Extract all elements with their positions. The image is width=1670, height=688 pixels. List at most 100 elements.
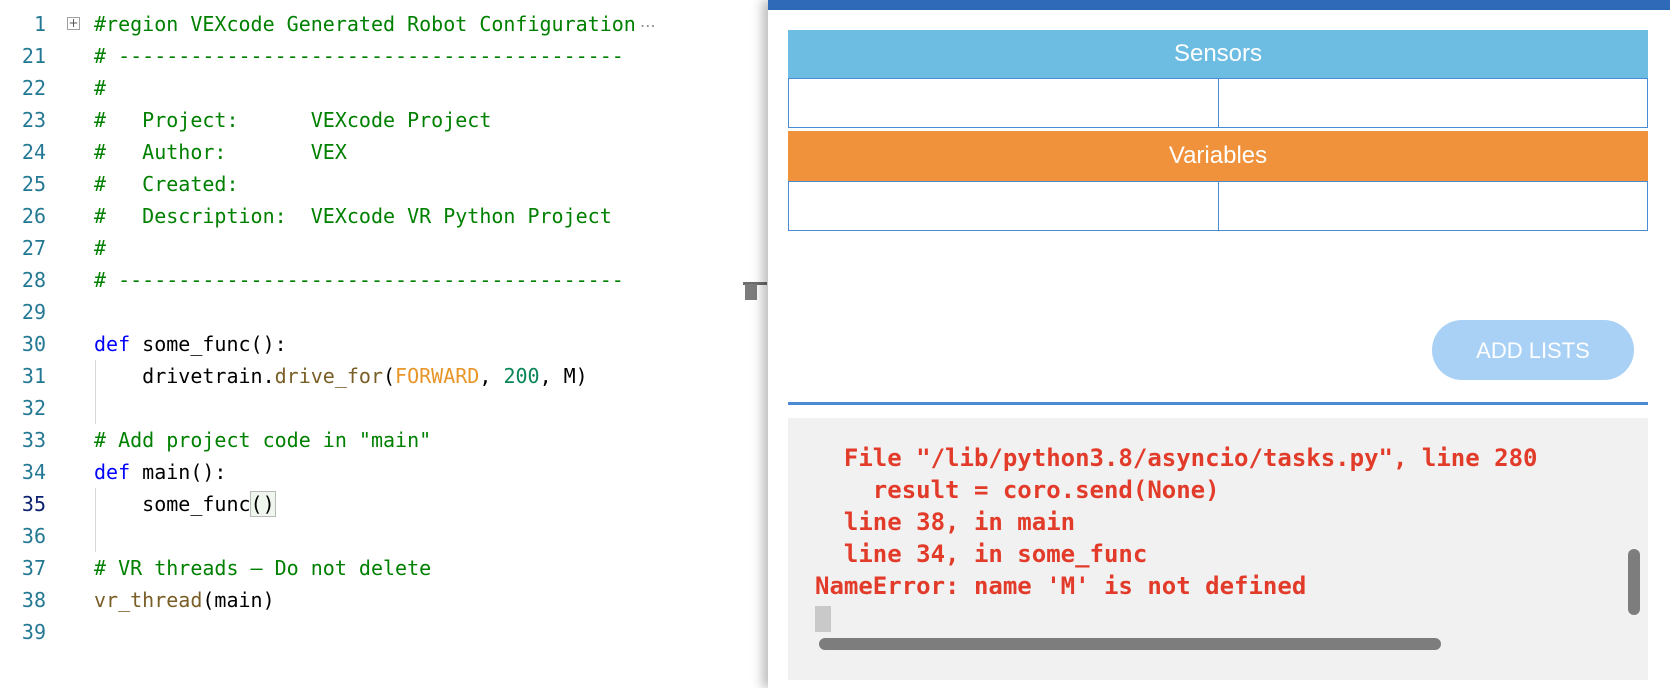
code-line[interactable]: 36 [0,520,740,552]
panel-header-bar [768,0,1670,10]
sensors-cell-left [788,78,1219,128]
line-number: 34 [21,460,46,484]
code-line[interactable]: 30 def some_func(): [0,328,740,360]
code-line[interactable]: 24 # Author: VEX [0,136,740,168]
line-number: 21 [21,44,46,68]
code-text: # --------------------------------------… [94,264,624,296]
code-line[interactable]: 22 # [0,72,740,104]
code-text: def main(): [94,456,226,488]
code-token: #region VEXcode Generated Robot Configur… [94,12,636,36]
code-line[interactable]: 23 # Project: VEXcode Project [0,104,740,136]
code-token: # VR threads — Do not delete [94,556,432,580]
code-line[interactable]: 21 # ------------------------------------… [0,40,740,72]
code-text: # --------------------------------------… [94,40,624,72]
line-number: 24 [21,140,46,164]
code-text: #region VEXcode Generated Robot Configur… [94,8,656,42]
code-line[interactable]: 37 # VR threads — Do not delete [0,552,740,584]
code-line[interactable]: 28 # ------------------------------------… [0,264,740,296]
code-token: (main) [202,588,275,612]
code-line[interactable]: 29 [0,296,740,328]
indent-guide [95,488,96,552]
code-token: , M) [539,364,588,388]
add-lists-button[interactable]: ADD LISTS [1432,320,1634,380]
code-token: some_func [94,492,251,516]
code-token: vr_thread [94,588,203,612]
code-token: # Add project code in "main" [94,428,432,452]
line-number: 22 [21,76,46,100]
code-line[interactable]: 38 vr_thread(main) [0,584,740,616]
line-number: 30 [21,332,46,356]
line-number: 32 [21,396,46,420]
line-number: 26 [21,204,46,228]
code-token: drive_for [274,364,383,388]
console-vertical-scrollbar[interactable] [1628,549,1640,615]
code-line[interactable]: 33 # Add project code in "main" [0,424,740,456]
line-number: 33 [21,428,46,452]
fold-expand-icon[interactable]: + [67,17,80,30]
code-text: some_func() [94,488,276,520]
code-editor[interactable]: 1 + #region VEXcode Generated Robot Config… [0,0,740,688]
code-token: # Author: VEX [94,140,347,164]
code-token: # Created: [94,172,239,196]
console-line: line 38, in main [815,508,1076,536]
code-token: FORWARD [395,364,480,388]
code-line[interactable]: 26 # Description: VEXcode VR Python Proje… [0,200,740,232]
code-token: # Description: VEXcode VR Python Project [94,204,612,228]
code-token: def [94,460,131,484]
code-token: # Project: VEXcode Project [94,108,492,132]
line-number: 35 [21,492,46,516]
line-number: 37 [21,556,46,580]
console-divider [788,402,1648,405]
code-text: # Author: VEX [94,136,347,168]
console-line: result = coro.send(None) [815,476,1220,504]
line-number: 38 [21,588,46,612]
code-line[interactable]: 1 + #region VEXcode Generated Robot Config… [0,8,740,40]
indent-guide [95,360,96,424]
code-text: # Project: VEXcode Project [94,104,491,136]
console-line: line 34, in some_func [815,540,1148,568]
line-number: 1 [33,12,46,36]
code-text: vr_thread(main) [94,584,275,616]
code-line[interactable]: 27 # [0,232,740,264]
line-number: 31 [21,364,46,388]
console-cursor [815,606,831,632]
code-text: def some_func(): [94,328,287,360]
variables-cell-right [1218,181,1648,231]
code-text: # Add project code in "main" [94,424,431,456]
code-token: def [94,332,131,356]
line-number: 29 [21,300,46,324]
console-horizontal-scrollbar[interactable] [819,638,1441,650]
line-number: 39 [21,620,46,644]
code-token: some_func(): [130,332,287,356]
code-line[interactable]: 32 [0,392,740,424]
code-line[interactable]: 34 def main(): [0,456,740,488]
code-token: drivetrain. [94,364,275,388]
code-line[interactable]: 35 some_func() [0,488,740,520]
variables-cell-left [788,181,1219,231]
folded-region-ellipsis-icon[interactable]: ⋯ [640,16,656,35]
editor-scrollbar-thumb[interactable] [745,284,757,300]
monitor-panel: Sensors Variables ADD LISTS File "/lib/p… [768,0,1670,688]
code-text: # [94,72,106,104]
code-text: # [94,232,106,264]
code-token: # --------------------------------------… [94,268,624,292]
code-token: # [94,236,107,260]
code-line[interactable]: 39 [0,616,740,648]
code-text: # Description: VEXcode VR Python Project [94,200,612,232]
line-number: 23 [21,108,46,132]
line-number: 36 [21,524,46,548]
code-token: # [94,76,107,100]
code-token: # --------------------------------------… [94,44,624,68]
line-number: 27 [21,236,46,260]
code-token: main(): [130,460,227,484]
code-line[interactable]: 25 # Created: [0,168,740,200]
code-text: # VR threads — Do not delete [94,552,431,584]
console-error-message: NameError: name 'M' is not defined [815,572,1307,600]
line-number: 25 [21,172,46,196]
code-text: # Created: [94,168,239,200]
output-console[interactable]: File "/lib/python3.8/asyncio/tasks.py", … [788,418,1648,680]
line-number: 28 [21,268,46,292]
code-line[interactable]: 31 drivetrain.drive_for(FORWARD, 200, M) [0,360,740,392]
sensors-header: Sensors [788,30,1648,78]
console-line: File "/lib/python3.8/asyncio/tasks.py", … [815,444,1538,472]
